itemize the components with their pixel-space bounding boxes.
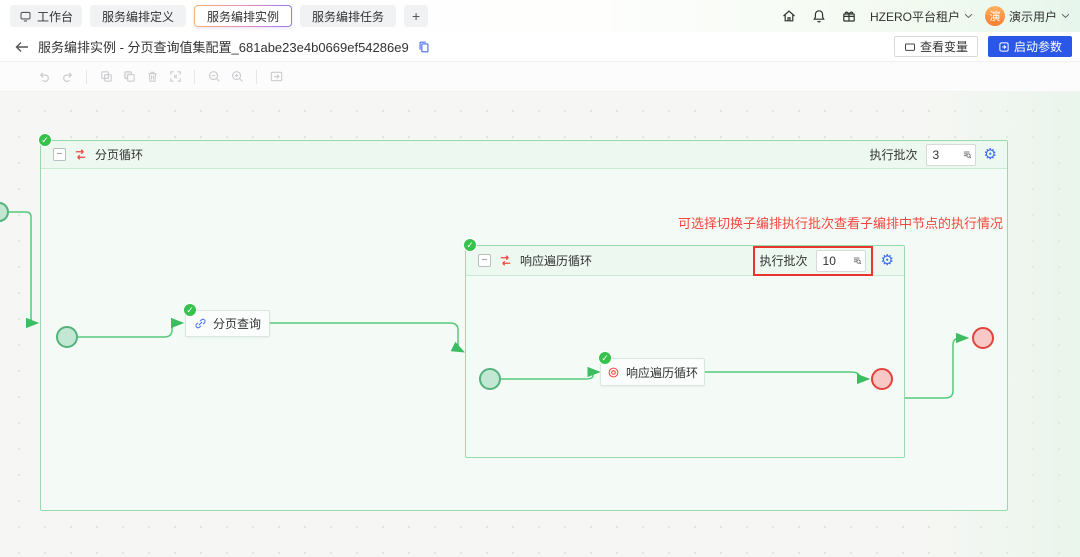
- notification-bell-icon[interactable]: [810, 7, 828, 25]
- toolbar-divider: [86, 70, 87, 84]
- undo-icon[interactable]: [36, 69, 52, 85]
- target-loop-icon: [607, 366, 620, 379]
- success-check-badge: ✓: [598, 351, 612, 365]
- group-response-loop[interactable]: ✓ − 响应遍历循环 执行批次 ⚙: [465, 245, 905, 458]
- start-params-button[interactable]: 启动参数: [988, 36, 1072, 57]
- success-check-badge: ✓: [183, 303, 197, 317]
- delete-icon[interactable]: [144, 69, 160, 85]
- end-node-inner[interactable]: [871, 368, 893, 390]
- tenant-label: HZERO平台租户: [870, 8, 960, 25]
- view-variables-button[interactable]: 查看变量: [894, 36, 978, 57]
- gear-settings-icon[interactable]: ⚙: [881, 253, 894, 268]
- group-page-loop-header: − 分页循环 执行批次 ⚙: [41, 141, 1007, 169]
- fit-screen-icon[interactable]: [167, 69, 183, 85]
- add-tab-button[interactable]: +: [404, 5, 428, 27]
- variables-icon: [904, 41, 916, 53]
- chevron-down-icon: [1061, 13, 1070, 19]
- page-header: 服务编排实例 - 分页查询值集配置_681abe23e4b0669ef54286…: [0, 32, 1080, 62]
- collapse-toggle[interactable]: −: [53, 148, 66, 161]
- tenant-selector[interactable]: HZERO平台租户: [870, 8, 973, 25]
- batch-input[interactable]: [926, 144, 976, 166]
- loop-icon: [73, 148, 88, 161]
- annotation-text: 可选择切换子编排执行批次查看子编排中节点的执行情况: [678, 213, 1003, 232]
- link-icon: [194, 317, 207, 330]
- copy-icon[interactable]: [417, 40, 431, 54]
- success-check-badge: ✓: [38, 133, 52, 147]
- node-label: 分页查询: [213, 315, 261, 332]
- offscreen-source-node[interactable]: [0, 202, 9, 222]
- node-page-query[interactable]: ✓ 分页查询: [185, 310, 270, 337]
- home-icon[interactable]: [780, 7, 798, 25]
- gear-settings-icon[interactable]: ⚙: [984, 147, 997, 162]
- view-variables-label: 查看变量: [920, 38, 968, 55]
- toolbar-divider: [194, 70, 195, 84]
- zoom-in-icon[interactable]: [229, 69, 245, 85]
- paste-node-icon[interactable]: [121, 69, 137, 85]
- group-title: 响应遍历循环: [520, 252, 592, 269]
- collapse-toggle[interactable]: −: [478, 254, 491, 267]
- success-check-badge: ✓: [463, 238, 477, 252]
- user-label: 演示用户: [1009, 8, 1057, 25]
- avatar: 演: [985, 6, 1005, 26]
- zoom-out-icon[interactable]: [206, 69, 222, 85]
- group-title: 分页循环: [95, 146, 143, 163]
- tab-service-orchestration-instance[interactable]: 服务编排实例: [194, 5, 292, 27]
- canvas-toolbar: [0, 62, 1080, 92]
- tab-label: 服务编排任务: [312, 8, 384, 25]
- group-batch-controls: 执行批次 ⚙: [753, 246, 894, 276]
- group-batch-controls: 执行批次 ⚙: [870, 144, 997, 166]
- batch-value-field[interactable]: [823, 254, 849, 268]
- page-title: 服务编排实例 - 分页查询值集配置_681abe23e4b0669ef54286…: [38, 37, 409, 56]
- chevron-down-icon: [964, 13, 973, 19]
- end-node-outer[interactable]: [972, 327, 994, 349]
- start-params-label: 启动参数: [1014, 38, 1062, 55]
- batch-label: 执行批次: [760, 252, 808, 269]
- start-params-icon: [998, 41, 1010, 53]
- node-response-loop[interactable]: ✓ 响应遍历循环: [600, 358, 705, 386]
- copy-node-icon[interactable]: [98, 69, 114, 85]
- tab-label: 服务编排实例: [207, 8, 279, 25]
- toolbar-divider: [256, 70, 257, 84]
- tab-service-orchestration-definition[interactable]: 服务编排定义: [90, 5, 186, 27]
- top-menu-bar: 工作台 服务编排定义 服务编排实例 服务编排任务 + HZERO平台租户 演 演…: [0, 0, 1080, 32]
- flow-canvas[interactable]: ✓ − 分页循环 执行批次 ⚙ ✓ − 响: [0, 92, 1080, 557]
- app-window: 工作台 服务编排定义 服务编排实例 服务编排任务 + HZERO平台租户 演 演…: [0, 0, 1080, 557]
- lov-select-icon[interactable]: [852, 254, 862, 267]
- batch-highlight-box: 执行批次: [753, 246, 873, 276]
- export-image-icon[interactable]: [268, 69, 284, 85]
- workbench-icon: [19, 10, 32, 23]
- back-arrow-icon[interactable]: [14, 39, 30, 55]
- tab-service-orchestration-task[interactable]: 服务编排任务: [300, 5, 396, 27]
- header-actions: 查看变量 启动参数: [894, 36, 1072, 57]
- gift-icon[interactable]: [840, 7, 858, 25]
- group-response-loop-header: − 响应遍历循环 执行批次 ⚙: [466, 246, 904, 276]
- user-menu[interactable]: 演 演示用户: [985, 6, 1070, 26]
- node-label: 响应遍历循环: [626, 364, 698, 381]
- batch-input[interactable]: [816, 250, 866, 272]
- start-node-outer[interactable]: [56, 326, 78, 348]
- lov-select-icon[interactable]: [962, 148, 972, 161]
- batch-label: 执行批次: [870, 146, 918, 163]
- loop-icon: [498, 254, 513, 267]
- batch-value-field[interactable]: [933, 148, 959, 162]
- start-node-inner[interactable]: [479, 368, 501, 390]
- topbar-right-cluster: HZERO平台租户 演 演示用户: [780, 6, 1070, 26]
- tab-label: 服务编排定义: [102, 8, 174, 25]
- add-tab-label: +: [412, 8, 420, 24]
- redo-icon[interactable]: [59, 69, 75, 85]
- workbench-button[interactable]: 工作台: [10, 5, 82, 27]
- workbench-label: 工作台: [37, 8, 73, 25]
